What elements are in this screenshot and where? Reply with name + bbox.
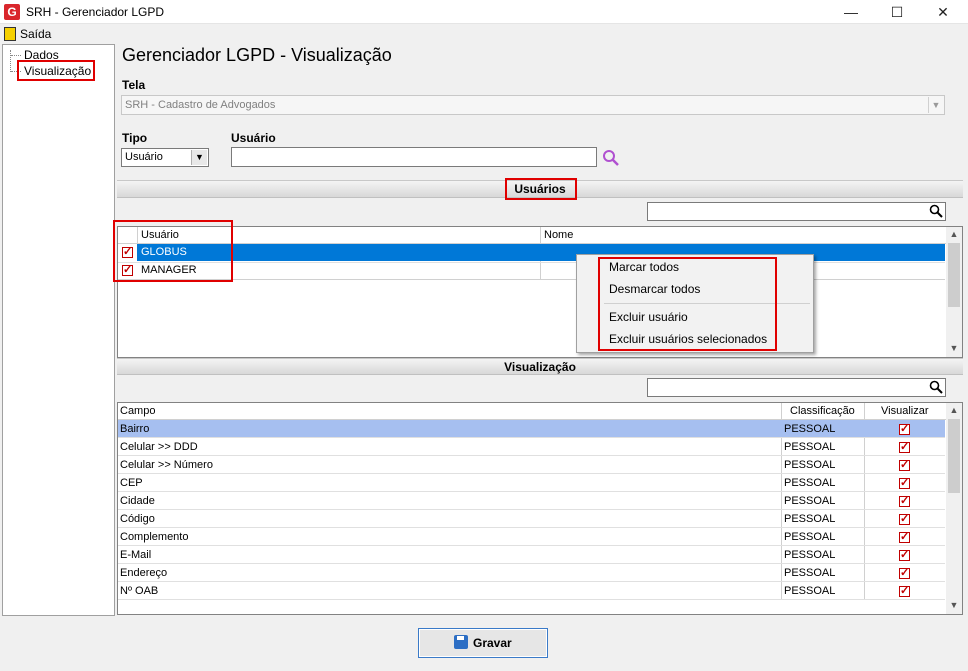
- classification-cell: PESSOAL: [784, 513, 836, 525]
- column-header-classificacao[interactable]: Classificação: [790, 405, 855, 417]
- maximize-button[interactable]: ☐: [874, 0, 920, 24]
- save-button-label: Gravar: [473, 636, 512, 650]
- visualizar-checkbox[interactable]: [899, 584, 910, 597]
- row-separator: [118, 599, 945, 600]
- field-cell: Cidade: [120, 495, 155, 507]
- classification-cell: PESSOAL: [784, 477, 836, 489]
- chevron-down-icon[interactable]: ▼: [946, 600, 962, 610]
- row-separator: [118, 455, 945, 456]
- classification-cell: PESSOAL: [784, 585, 836, 597]
- tela-select[interactable]: SRH - Cadastro de Advogados: [121, 95, 945, 115]
- row-separator: [118, 279, 945, 280]
- field-cell: Celular >> DDD: [120, 441, 198, 453]
- row-separator: [118, 545, 945, 546]
- classification-cell: PESSOAL: [784, 459, 836, 471]
- column-header-campo[interactable]: Campo: [120, 405, 155, 417]
- field-cell: E-Mail: [120, 549, 152, 561]
- row-separator: [118, 581, 945, 582]
- chevron-up-icon[interactable]: ▲: [946, 229, 962, 239]
- field-cell: Bairro: [120, 423, 150, 435]
- row-separator: [118, 509, 945, 510]
- tree-connector: [11, 55, 21, 56]
- visualizar-checkbox[interactable]: [899, 548, 910, 561]
- column-header-nome[interactable]: Nome: [544, 229, 573, 241]
- app-icon: G: [4, 4, 20, 20]
- window-title: SRH - Gerenciador LGPD: [26, 5, 165, 19]
- row-separator: [118, 563, 945, 564]
- visualizar-checkbox[interactable]: [899, 458, 910, 471]
- classification-cell: PESSOAL: [784, 423, 836, 435]
- menu-exit[interactable]: Saída: [20, 27, 51, 41]
- view-search-input[interactable]: [647, 378, 946, 397]
- field-cell: Nº OAB: [120, 585, 159, 597]
- row-separator: [118, 473, 945, 474]
- visualizar-checkbox[interactable]: [899, 476, 910, 489]
- chevron-down-icon[interactable]: ▼: [191, 150, 207, 165]
- chevron-down-icon[interactable]: ▼: [928, 97, 943, 113]
- menu-bar: [0, 25, 968, 43]
- visualizar-checkbox[interactable]: [899, 422, 910, 435]
- usuario-input[interactable]: [231, 147, 597, 167]
- usuario-label: Usuário: [231, 131, 276, 145]
- chevron-up-icon[interactable]: ▲: [946, 405, 962, 415]
- tree-item-visualizacao[interactable]: Visualização: [24, 64, 91, 78]
- row-separator: [118, 437, 945, 438]
- close-button[interactable]: ✕: [920, 0, 966, 24]
- highlight-box: [598, 257, 777, 351]
- field-cell: CEP: [120, 477, 143, 489]
- search-icon[interactable]: [602, 149, 620, 170]
- scroll-thumb[interactable]: [948, 419, 960, 493]
- field-cell: Celular >> Número: [120, 459, 213, 471]
- users-grid-header: [118, 227, 946, 244]
- classification-cell: PESSOAL: [784, 549, 836, 561]
- classification-cell: PESSOAL: [784, 567, 836, 579]
- field-cell: Endereço: [120, 567, 168, 579]
- row-separator: [118, 262, 945, 263]
- scroll-thumb[interactable]: [948, 243, 960, 307]
- search-icon[interactable]: [929, 204, 943, 221]
- classification-cell: PESSOAL: [784, 441, 836, 453]
- floppy-disk-icon: [454, 635, 468, 649]
- tela-label: Tela: [122, 78, 146, 92]
- visualizar-checkbox[interactable]: [899, 512, 910, 525]
- column-header-visualizar[interactable]: Visualizar: [881, 405, 929, 417]
- row-separator: [118, 527, 945, 528]
- highlight-box: [113, 220, 233, 282]
- exit-door-icon: [4, 27, 16, 41]
- tree-connector: [10, 50, 11, 72]
- chevron-down-icon[interactable]: ▼: [946, 343, 962, 353]
- highlight-box: [505, 178, 577, 200]
- users-search-input[interactable]: [647, 202, 946, 221]
- navigation-tree: [2, 44, 115, 616]
- visualizar-checkbox[interactable]: [899, 530, 910, 543]
- table-row-selected[interactable]: [137, 244, 945, 261]
- field-cell: Complemento: [120, 531, 189, 543]
- search-icon[interactable]: [929, 380, 943, 397]
- row-separator: [118, 491, 945, 492]
- classification-cell: PESSOAL: [784, 531, 836, 543]
- classification-cell: PESSOAL: [784, 495, 836, 507]
- visualizar-checkbox[interactable]: [899, 494, 910, 507]
- field-cell: Código: [120, 513, 155, 525]
- visualizar-checkbox[interactable]: [899, 566, 910, 579]
- minimize-button[interactable]: —: [828, 0, 874, 24]
- view-section-title: Visualização: [504, 360, 576, 374]
- visualizar-checkbox[interactable]: [899, 440, 910, 453]
- page-title: Gerenciador LGPD - Visualização: [122, 45, 392, 65]
- tipo-label: Tipo: [122, 131, 148, 145]
